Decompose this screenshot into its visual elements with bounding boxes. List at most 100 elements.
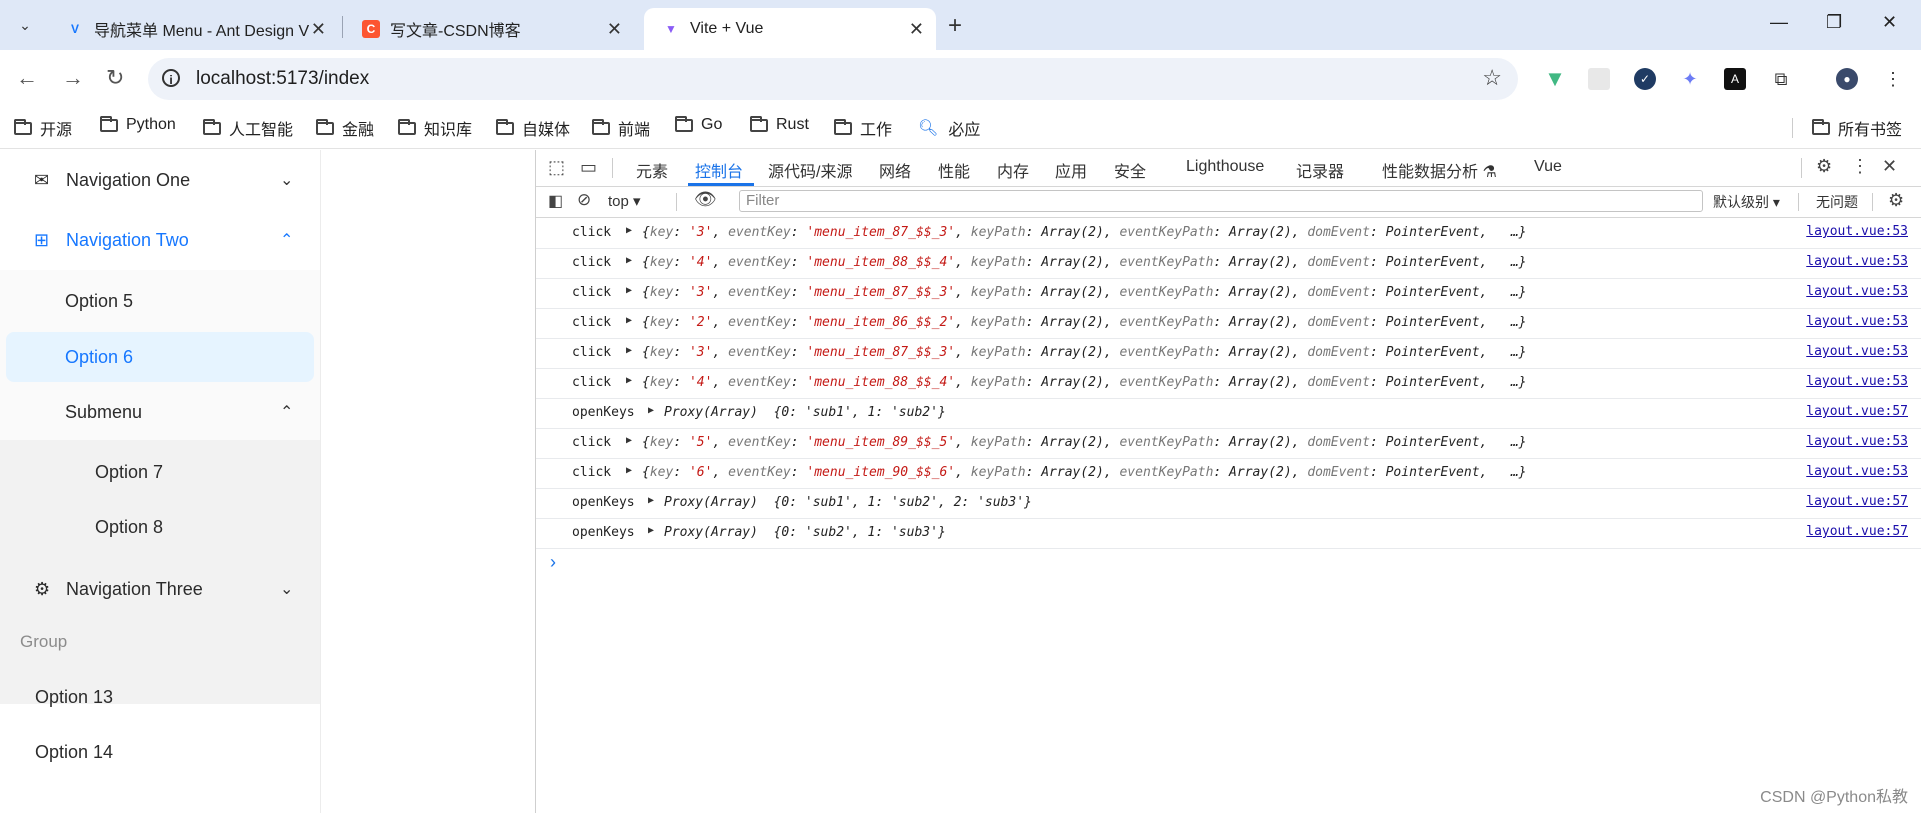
all-bookmarks[interactable]: 所有书签 xyxy=(1812,116,1902,140)
browser-menu-icon[interactable]: ⋮ xyxy=(1882,68,1904,90)
console-log-row[interactable]: click ▶ {key: '2', eventKey: 'menu_item_… xyxy=(536,308,1921,339)
minimize-icon[interactable]: — xyxy=(1770,12,1788,33)
expand-triangle-icon[interactable]: ▶ xyxy=(648,405,654,416)
bookmark-folder[interactable]: 自媒体 xyxy=(496,116,570,140)
bookmark-bing[interactable]: 🔍︎ 必应 xyxy=(918,116,980,140)
devtools-settings-icon[interactable]: ⚙ xyxy=(1816,156,1832,177)
log-source-link[interactable]: layout.vue:53 xyxy=(1806,284,1908,299)
bookmark-folder[interactable]: 知识库 xyxy=(398,116,472,140)
issues-count[interactable]: 无问题 xyxy=(1816,192,1858,212)
bookmark-folder[interactable]: 人工智能 xyxy=(203,116,293,140)
expand-triangle-icon[interactable]: ▶ xyxy=(648,495,654,506)
live-expression-eye-icon[interactable]: 👁︎ xyxy=(694,189,717,210)
devtools-close-icon[interactable]: ✕ xyxy=(1882,156,1897,177)
console-settings-icon[interactable]: ⚙ xyxy=(1888,190,1904,211)
console-log-row[interactable]: click ▶ {key: '3', eventKey: 'menu_item_… xyxy=(536,218,1921,249)
expand-triangle-icon[interactable]: ▶ xyxy=(626,375,632,386)
profile-avatar[interactable]: ● xyxy=(1836,68,1858,90)
back-icon[interactable]: ← xyxy=(16,65,38,91)
browser-tab-antd[interactable]: V 导航菜单 Menu - Ant Design Vue ✕ xyxy=(48,8,338,50)
menu-option-5[interactable]: Option 5 xyxy=(0,274,320,328)
console-log-row[interactable]: openKeys ▶ Proxy(Array) {0: 'sub2', 1: '… xyxy=(536,518,1921,549)
bookmark-folder[interactable]: Python xyxy=(100,115,176,134)
bookmark-star-icon[interactable]: ☆ xyxy=(1482,65,1502,91)
bird-extension-icon[interactable]: ✦ xyxy=(1679,68,1701,90)
menu-option-7[interactable]: Option 7 xyxy=(0,445,320,499)
console-log-row[interactable]: openKeys ▶ Proxy(Array) {0: 'sub1', 1: '… xyxy=(536,488,1921,519)
close-tab-icon[interactable]: ✕ xyxy=(607,19,622,40)
site-info-icon[interactable]: i xyxy=(162,69,180,87)
devtools-more-icon[interactable]: ⋮ xyxy=(1851,156,1869,177)
tab-elements[interactable]: 元素 xyxy=(636,158,668,182)
console-log-row[interactable]: click ▶ {key: '3', eventKey: 'menu_item_… xyxy=(536,278,1921,309)
log-levels-dropdown[interactable]: 默认级别 ▾ xyxy=(1713,192,1780,212)
log-source-link[interactable]: layout.vue:53 xyxy=(1806,314,1908,329)
menu-option-8[interactable]: Option 8 xyxy=(0,500,320,554)
bookmark-folder[interactable]: 开源 xyxy=(14,116,72,140)
bookmark-folder[interactable]: 前端 xyxy=(592,116,650,140)
tab-performance[interactable]: 性能 xyxy=(938,158,970,182)
expand-triangle-icon[interactable]: ▶ xyxy=(626,315,632,326)
context-selector[interactable]: top ▾ xyxy=(608,192,641,210)
log-source-link[interactable]: layout.vue:57 xyxy=(1806,494,1908,509)
sidebar-toggle-icon[interactable]: ◧ xyxy=(548,191,563,211)
bookmark-folder[interactable]: Rust xyxy=(750,115,809,134)
console-prompt-chevron-icon[interactable]: › xyxy=(550,552,556,573)
url-text[interactable]: localhost:5173/index xyxy=(196,68,369,90)
expand-triangle-icon[interactable]: ▶ xyxy=(626,255,632,266)
clear-console-icon[interactable]: ⊘ xyxy=(577,190,591,210)
tab-security[interactable]: 安全 xyxy=(1114,158,1146,182)
log-source-link[interactable]: layout.vue:57 xyxy=(1806,524,1908,539)
menu-option-14[interactable]: Option 14 xyxy=(0,725,320,779)
reload-icon[interactable]: ↻ xyxy=(106,65,124,91)
new-tab-icon[interactable]: + xyxy=(948,12,962,40)
forward-icon[interactable]: → xyxy=(62,65,84,91)
device-toolbar-icon[interactable]: ▭ xyxy=(580,157,597,178)
tab-lighthouse[interactable]: Lighthouse xyxy=(1186,158,1264,176)
menu-navigation-three[interactable]: ⚙ Navigation Three ⌄ xyxy=(0,562,320,616)
browser-tab-csdn[interactable]: C 写文章-CSDN博客 ✕ xyxy=(344,8,634,50)
expand-triangle-icon[interactable]: ▶ xyxy=(626,465,632,476)
tab-memory[interactable]: 内存 xyxy=(997,158,1029,182)
expand-triangle-icon[interactable]: ▶ xyxy=(626,285,632,296)
restore-icon[interactable]: ❐ xyxy=(1826,12,1842,33)
expand-triangle-icon[interactable]: ▶ xyxy=(626,435,632,446)
console-log-row[interactable]: click ▶ {key: '4', eventKey: 'menu_item_… xyxy=(536,248,1921,279)
console-log-row[interactable]: openKeys ▶ Proxy(Array) {0: 'sub1', 1: '… xyxy=(536,398,1921,429)
tab-console[interactable]: 控制台 xyxy=(695,158,743,182)
log-source-link[interactable]: layout.vue:53 xyxy=(1806,464,1908,479)
check-extension-icon[interactable]: ✓ xyxy=(1634,68,1656,90)
console-log-row[interactable]: click ▶ {key: '5', eventKey: 'menu_item_… xyxy=(536,428,1921,459)
extension-icon[interactable] xyxy=(1588,68,1610,90)
menu-option-6[interactable]: Option 6 xyxy=(0,330,320,384)
inspect-element-icon[interactable]: ⬚ xyxy=(548,157,565,178)
vue-devtools-extension-icon[interactable]: ▼ xyxy=(1544,66,1566,91)
log-source-link[interactable]: layout.vue:53 xyxy=(1806,224,1908,239)
close-tab-icon[interactable]: ✕ xyxy=(909,19,924,40)
bookmark-folder[interactable]: Go xyxy=(675,115,722,134)
bookmark-folder[interactable]: 工作 xyxy=(834,116,892,140)
close-window-icon[interactable]: ✕ xyxy=(1882,12,1897,33)
console-log-row[interactable]: click ▶ {key: '4', eventKey: 'menu_item_… xyxy=(536,368,1921,399)
tab-recorder[interactable]: 记录器 xyxy=(1296,158,1344,182)
menu-navigation-two[interactable]: ⊞ Navigation Two ⌃ xyxy=(0,213,320,267)
puzzle-extensions-icon[interactable]: ⧉ xyxy=(1770,68,1792,90)
console-log-row[interactable]: click ▶ {key: '3', eventKey: 'menu_item_… xyxy=(536,338,1921,369)
tab-vue[interactable]: Vue xyxy=(1534,158,1562,176)
close-tab-icon[interactable]: ✕ xyxy=(311,19,326,40)
log-source-link[interactable]: layout.vue:53 xyxy=(1806,344,1908,359)
browser-tab-vite[interactable]: ▼ Vite + Vue ✕ xyxy=(644,8,936,50)
a-extension-icon[interactable]: A xyxy=(1724,68,1746,90)
log-source-link[interactable]: layout.vue:53 xyxy=(1806,254,1908,269)
filter-input[interactable]: Filter xyxy=(739,190,1703,212)
tab-application[interactable]: 应用 xyxy=(1055,158,1087,182)
menu-submenu[interactable]: Submenu ⌃ xyxy=(0,385,320,439)
log-source-link[interactable]: layout.vue:53 xyxy=(1806,374,1908,389)
address-bar[interactable]: i localhost:5173/index ☆ xyxy=(148,58,1518,100)
log-source-link[interactable]: layout.vue:53 xyxy=(1806,434,1908,449)
tab-search-button[interactable]: ⌄ xyxy=(10,10,40,40)
expand-triangle-icon[interactable]: ▶ xyxy=(626,225,632,236)
tab-sources[interactable]: 源代码/来源 xyxy=(768,158,852,182)
console-log-row[interactable]: click ▶ {key: '6', eventKey: 'menu_item_… xyxy=(536,458,1921,489)
menu-navigation-one[interactable]: ✉ Navigation One ⌄ xyxy=(0,153,320,207)
